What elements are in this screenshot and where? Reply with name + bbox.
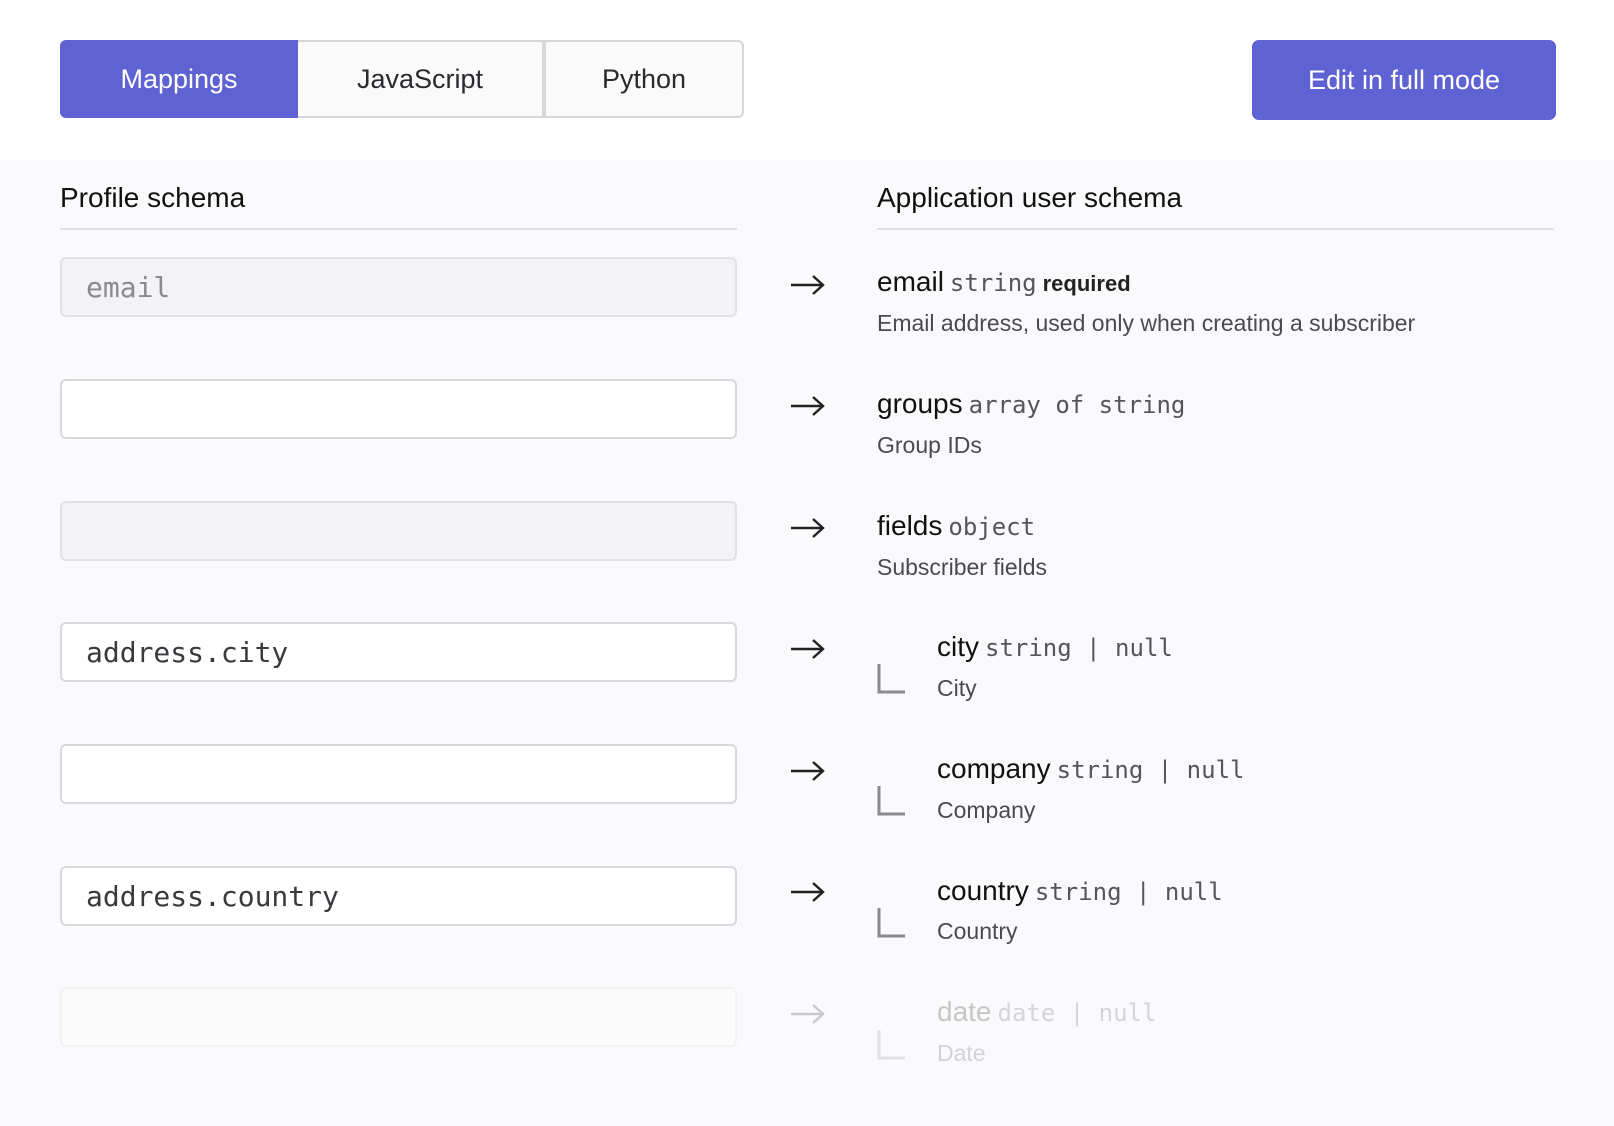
country-field-title: country string | null — [937, 875, 1223, 907]
fields-mapping-input[interactable] — [60, 501, 737, 561]
field-description: Group IDs — [877, 432, 982, 458]
field-type: string | null — [1056, 756, 1245, 784]
arrow-right-icon — [791, 882, 825, 902]
field-name: city — [937, 631, 979, 662]
field-description: Country — [937, 918, 1018, 944]
application-user-schema-heading: Application user schema — [877, 182, 1554, 230]
arrow-right-icon — [791, 518, 825, 538]
field-name: company — [937, 753, 1051, 784]
groups-mapping-input[interactable] — [60, 379, 737, 439]
field-name: email — [877, 266, 944, 297]
field-type: date | null — [997, 999, 1157, 1027]
mode-tabs: Mappings JavaScript Python — [60, 40, 744, 118]
toolbar: Mappings JavaScript Python Edit in full … — [0, 0, 1614, 160]
country-mapping-input[interactable]: address.country — [60, 866, 737, 926]
field-description: Subscriber fields — [877, 554, 1048, 580]
field-name: groups — [877, 388, 963, 419]
field-type: string | null — [985, 634, 1173, 662]
field-description: Email address, used only when creating a… — [877, 310, 1416, 336]
email-mapping-input[interactable]: email — [60, 257, 737, 317]
nested-corner-icon — [877, 786, 905, 816]
arrow-right-icon — [791, 396, 825, 416]
company-field-title: company string | null — [937, 753, 1244, 785]
email-field-title: email string required — [877, 266, 1131, 298]
arrow-right-icon — [791, 275, 825, 295]
tab-mappings[interactable]: Mappings — [60, 40, 298, 118]
tab-python[interactable]: Python — [544, 40, 744, 118]
field-type: array of string — [968, 391, 1186, 419]
field-name: country — [937, 875, 1029, 906]
field-description: City — [937, 675, 977, 701]
fields-field-title: fields object — [877, 510, 1035, 542]
date-field-title: date date | null — [937, 996, 1156, 1028]
groups-field-title: groups array of string — [877, 388, 1185, 420]
field-type: string — [949, 269, 1037, 297]
edit-in-full-mode-button[interactable]: Edit in full mode — [1252, 40, 1556, 120]
city-field-title: city string | null — [937, 631, 1173, 663]
date-mapping-input[interactable] — [60, 987, 737, 1047]
field-description: Date — [937, 1040, 986, 1066]
field-type: object — [948, 513, 1036, 541]
company-mapping-input[interactable] — [60, 744, 737, 804]
required-badge: required — [1042, 271, 1131, 296]
arrow-right-icon — [791, 761, 825, 781]
tab-javascript[interactable]: JavaScript — [298, 40, 544, 118]
field-name: date — [937, 996, 992, 1027]
field-name: fields — [877, 510, 943, 541]
nested-corner-icon — [877, 664, 905, 694]
city-mapping-input[interactable]: address.city — [60, 622, 737, 682]
arrow-right-icon — [791, 639, 825, 659]
nested-corner-icon — [877, 908, 905, 938]
profile-schema-heading: Profile schema — [60, 182, 737, 230]
field-description: Company — [937, 797, 1036, 823]
field-type: string | null — [1034, 878, 1223, 906]
arrow-right-icon — [791, 1004, 825, 1024]
nested-corner-icon — [877, 1030, 905, 1060]
